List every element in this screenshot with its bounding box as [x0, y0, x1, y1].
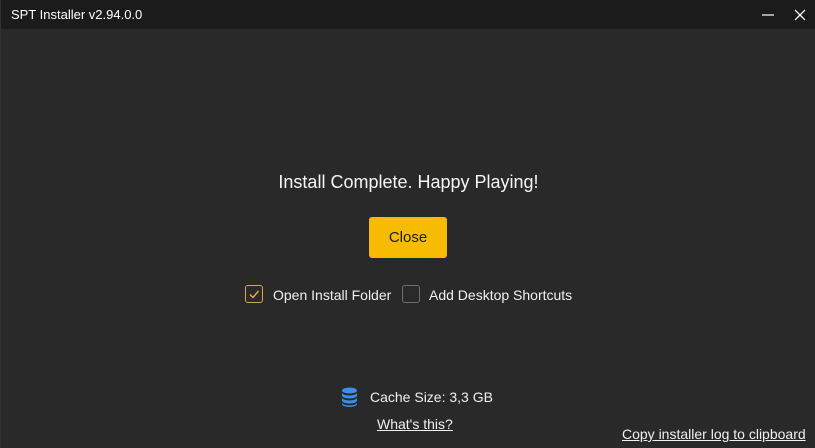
completion-message: Install Complete. Happy Playing!: [278, 172, 539, 192]
add-desktop-shortcuts-label[interactable]: Add Desktop Shortcuts: [429, 287, 572, 303]
window-title: SPT Installer v2.94.0.0: [11, 7, 143, 22]
close-icon: [794, 9, 806, 21]
add-desktop-shortcuts-checkbox[interactable]: [402, 285, 420, 303]
open-install-folder-label[interactable]: Open Install Folder: [273, 287, 391, 303]
minimize-button[interactable]: [753, 0, 783, 29]
whats-this-link[interactable]: What's this?: [377, 416, 453, 432]
database-icon: [342, 387, 357, 407]
checkmark-icon: [249, 290, 260, 299]
close-button[interactable]: Close: [369, 217, 447, 258]
cache-size-text: Cache Size: 3,3 GB: [370, 389, 493, 405]
installer-window: SPT Installer v2.94.0.0 Install Complete…: [0, 0, 815, 448]
title-bar: SPT Installer v2.94.0.0: [1, 0, 815, 29]
open-install-folder-checkbox[interactable]: [245, 285, 263, 303]
minimize-icon: [762, 14, 774, 16]
window-close-button[interactable]: [785, 0, 815, 29]
copy-log-link[interactable]: Copy installer log to clipboard: [622, 426, 806, 442]
